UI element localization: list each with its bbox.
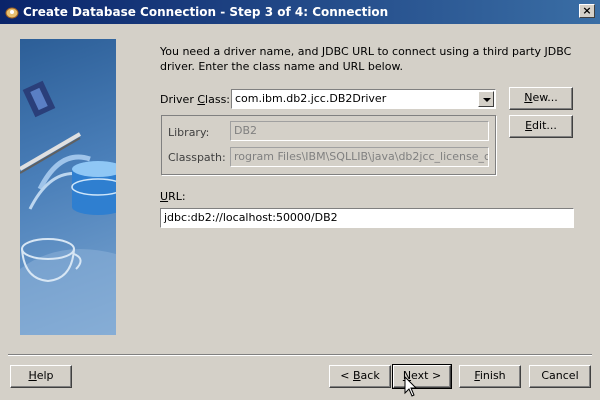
- edit-button[interactable]: Edit...: [509, 115, 573, 138]
- classpath-field: rogram Files\IBM\SQLLIB\java\db2jcc_lice…: [230, 147, 489, 167]
- cancel-button[interactable]: Cancel: [529, 365, 591, 388]
- mouse-cursor-icon: [404, 376, 418, 397]
- driver-class-label: Driver Class:: [160, 93, 231, 106]
- driver-class-combo[interactable]: com.ibm.db2.jcc.DB2Driver: [231, 89, 496, 109]
- url-input[interactable]: jdbc:db2://localhost:50000/DB2: [160, 208, 574, 228]
- help-button[interactable]: Help: [10, 365, 72, 388]
- library-field: DB2: [230, 121, 489, 141]
- database-illustration-icon: [20, 80, 116, 335]
- window-title: Create Database Connection - Step 3 of 4…: [23, 5, 389, 19]
- url-label: URL:: [160, 190, 186, 203]
- chevron-down-icon[interactable]: [478, 91, 494, 107]
- classpath-label: Classpath:: [168, 151, 226, 164]
- new-button[interactable]: New...: [509, 87, 573, 110]
- title-bar: Create Database Connection - Step 3 of 4…: [0, 0, 600, 24]
- finish-button[interactable]: Finish: [459, 365, 521, 388]
- footer-separator: [8, 354, 592, 356]
- close-button[interactable]: ×: [579, 4, 595, 18]
- driver-class-value: com.ibm.db2.jcc.DB2Driver: [235, 92, 387, 105]
- wizard-illustration: [20, 39, 116, 335]
- intro-text: You need a driver name, and JDBC URL to …: [160, 45, 572, 73]
- next-button[interactable]: Next >: [392, 364, 452, 389]
- library-label: Library:: [168, 126, 210, 139]
- app-icon: [5, 7, 19, 19]
- back-button[interactable]: < Back: [329, 365, 391, 388]
